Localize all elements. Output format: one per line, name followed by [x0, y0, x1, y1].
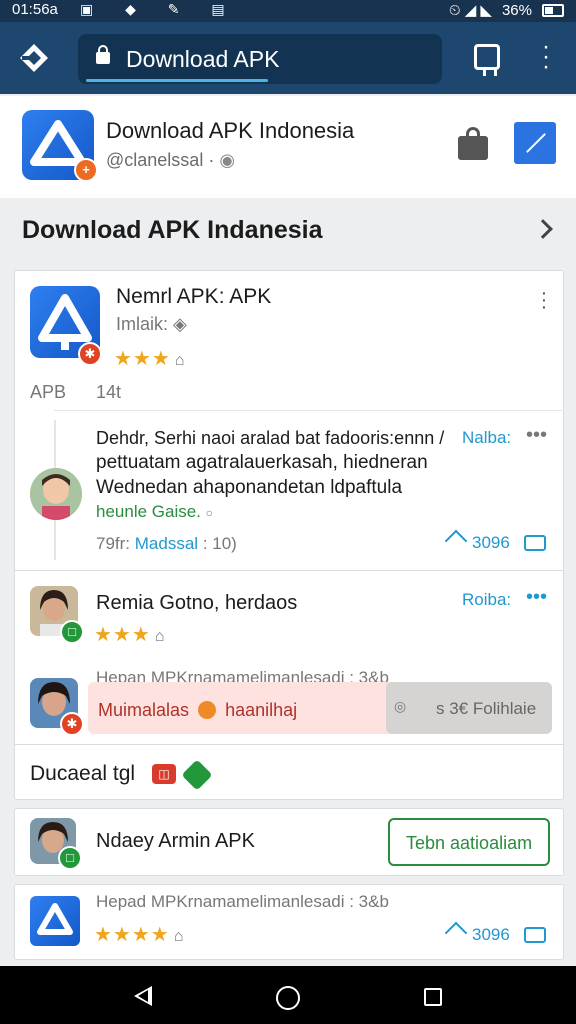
featured-row-label: APB — [30, 382, 67, 402]
section-title: Download APK Indanesia — [22, 216, 323, 244]
thumb-icon: ⌂ — [174, 352, 185, 369]
home-icon[interactable] — [276, 986, 300, 1010]
featured-developer: Imlaik: ◈ — [116, 314, 187, 334]
more-dots-icon[interactable]: ••• — [526, 586, 547, 609]
face-avatar-icon — [30, 468, 82, 520]
thumb-icon: ⌂ — [173, 928, 184, 945]
tag-icon: ◈ — [173, 314, 187, 334]
system-icons: ⏲ ◢ ◣ — [448, 2, 492, 19]
reply-text: Muimalalas haanilhaj — [98, 700, 298, 720]
site-handle: @clanelssal · ◉ — [106, 150, 236, 170]
reply-action-icon: ◎ — [394, 698, 407, 714]
verified-badge-icon: □ — [60, 620, 84, 644]
battery-percent: 36% — [501, 1, 532, 19]
featured-badge-icon: ✱ — [78, 342, 102, 366]
reply-badge-icon: ✱ — [60, 712, 84, 736]
promo-button[interactable]: Tebn aatioaliam — [388, 818, 550, 866]
recents-icon[interactable] — [424, 988, 442, 1006]
featured-rating: ★★★ ⌂ — [114, 348, 185, 370]
chevron-right-icon[interactable] — [533, 219, 553, 239]
chat-icon — [523, 535, 546, 551]
browser-toolbar: Download APK · · · — [0, 22, 576, 94]
system-nav-bar — [0, 966, 576, 1024]
list-item-rating: ★★★★ ⌂ — [94, 924, 184, 946]
status-right: ⏲ ◢ ◣ 36% — [449, 1, 564, 19]
info-icon: ○ — [205, 506, 213, 520]
url-bar[interactable]: Download APK — [78, 34, 442, 84]
featured-row-value: 14t — [96, 382, 122, 402]
commenter-name: Remia Gotno, herdaos — [96, 592, 298, 614]
emoji-icon — [198, 701, 217, 719]
back-logo-icon[interactable] — [18, 42, 50, 74]
commenter-avatar[interactable] — [30, 468, 82, 520]
featured-app-name: Nemrl APK: APK — [116, 285, 272, 308]
comment-meta: 79fr: Madssal : 10) — [96, 534, 237, 553]
more-dots-icon[interactable]: ••• — [526, 424, 547, 447]
commenter-rating: ★★★ ⌂ — [94, 624, 165, 646]
comment-tag[interactable]: Roiba: — [462, 590, 511, 610]
list-item-stat[interactable]: 3096 — [444, 921, 546, 945]
share-icon — [444, 921, 468, 945]
notification-icons: ▣ ◆ ✎ ▤ — [80, 1, 239, 17]
divider — [14, 744, 564, 745]
divider — [54, 410, 564, 411]
share-icon — [444, 529, 468, 553]
plus-badge-icon: + — [74, 158, 98, 182]
battery-icon — [542, 3, 564, 17]
globe-icon: ◉ — [219, 150, 236, 170]
thumb-icon: ⌂ — [154, 628, 165, 645]
reply-action-label: s 3€ Folihlaie — [436, 699, 537, 718]
comment-line-1: Dehdr, Serhi naoi aralad bat fadooris:en… — [96, 428, 445, 448]
edit-button[interactable] — [514, 122, 556, 164]
comment-stat[interactable]: 3096 — [444, 529, 546, 553]
site-title: Download APK Indonesia — [106, 118, 355, 143]
triangle-logo-icon — [37, 903, 73, 935]
url-progress — [86, 79, 268, 82]
reply-action-button[interactable]: ◎ s 3€ Folihlaie — [386, 682, 552, 734]
overflow-menu-icon[interactable]: · · · — [538, 35, 554, 79]
comment-line-3: Wednedan ahaponandetan ldpaftula — [96, 477, 403, 498]
status-bar: 01:56a ▣ ◆ ✎ ▤ ⏲ ◢ ◣ 36% — [0, 0, 576, 22]
list-app-icon[interactable] — [30, 896, 80, 946]
divider — [14, 570, 564, 571]
card-menu-icon[interactable]: · · · — [540, 283, 548, 317]
comment-line-4: heunle Gaise. ○ — [96, 502, 213, 521]
promo-button-label: Tebn aatioaliam — [406, 833, 533, 853]
red-tag-icon[interactable]: ◫ — [152, 764, 176, 784]
chat-icon — [523, 927, 546, 943]
shopping-bag-icon[interactable] — [458, 127, 488, 160]
lock-icon — [96, 45, 110, 64]
promo-name: Ndaey Armin APK — [96, 830, 255, 852]
verified-badge-icon: □ — [58, 846, 82, 870]
footer-row-text: Ducaeal tgl — [30, 762, 136, 785]
back-icon[interactable] — [134, 986, 152, 1006]
comment-line-2: pettuatam agatralauerkasah, hiedneran — [96, 452, 428, 473]
comment-tag[interactable]: Nalba: — [462, 428, 511, 448]
status-time: 01:56a — [12, 1, 58, 18]
url-text: Download APK — [126, 46, 280, 72]
list-item-header: Hepad MPKrnamamelimanlesadi : 3&b — [96, 892, 389, 911]
tabs-icon[interactable] — [474, 44, 500, 76]
